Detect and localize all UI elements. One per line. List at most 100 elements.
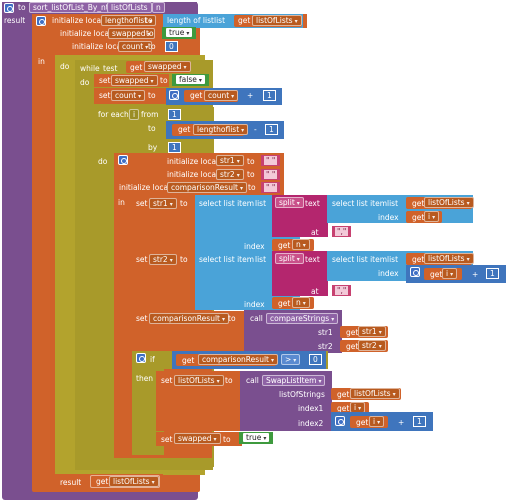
split-dropdown[interactable]: split ▾: [275, 253, 304, 264]
result-label: result: [60, 478, 82, 487]
if-mutator-gear-icon[interactable]: [136, 353, 146, 363]
var-str2[interactable]: str2 ▾: [149, 254, 177, 265]
getter-listOfLists[interactable]: listOfLists ▾: [424, 253, 474, 264]
num-1[interactable]: 1: [263, 90, 276, 101]
compare-operator-dropdown[interactable]: > ▾: [281, 354, 301, 365]
loop-var-i[interactable]: i: [129, 109, 140, 120]
param-n[interactable]: n: [152, 2, 165, 13]
set-label: set: [99, 76, 111, 85]
getter-swapped[interactable]: swapped ▾: [144, 61, 191, 72]
arg-listOfStrings-label: listOfStrings: [279, 390, 325, 399]
getter-listOfLists[interactable]: listOfLists ▾: [109, 476, 159, 487]
num-1[interactable]: 1: [168, 109, 181, 120]
add-mutator-gear-icon[interactable]: [335, 416, 345, 426]
num-0[interactable]: 0: [309, 354, 322, 365]
set-label: set: [99, 91, 111, 100]
getter-i[interactable]: i ▾: [369, 416, 385, 427]
to-label: to: [247, 157, 255, 166]
init-label: initialize local: [60, 29, 112, 38]
arg-index2-label: index2: [298, 419, 324, 428]
getter-str2[interactable]: str2 ▾: [358, 340, 386, 351]
comma-string-block[interactable]: ",": [332, 285, 352, 296]
set-label: set: [161, 435, 173, 444]
getter-listOfLists[interactable]: listOfLists ▾: [350, 388, 400, 399]
num-1[interactable]: 1: [413, 416, 426, 427]
to-label: to: [180, 199, 188, 208]
local-mutator-gear-icon[interactable]: [36, 16, 46, 26]
getter-str1[interactable]: str1 ▾: [358, 326, 386, 337]
call-label: call: [250, 314, 263, 323]
var-str1[interactable]: str1 ▾: [149, 198, 177, 209]
num-0[interactable]: 0: [165, 41, 178, 52]
var-listOfLists[interactable]: listOfLists ▾: [174, 375, 224, 386]
to-label: to: [160, 76, 168, 85]
to-label: to: [146, 29, 154, 38]
to-label: to: [228, 314, 236, 323]
select-label: select list item: [199, 199, 255, 208]
get-label: get: [182, 356, 195, 365]
in-label: in: [38, 57, 45, 66]
set-label: set: [161, 376, 173, 385]
getter-comparisonResult[interactable]: comparisonResult ▾: [198, 354, 278, 365]
to-label: to: [225, 376, 233, 385]
get-label: get: [412, 255, 425, 264]
var-count[interactable]: count ▾: [111, 90, 146, 101]
get-label: get: [346, 328, 359, 337]
num-1[interactable]: 1: [486, 268, 499, 279]
getter-i[interactable]: i ▾: [424, 211, 440, 222]
text-label: text: [305, 199, 320, 208]
proc-SwapListItem[interactable]: SwapListItem ▾: [262, 375, 326, 386]
for-each-label: for each: [98, 110, 129, 119]
false-block[interactable]: false ▾: [172, 74, 209, 86]
empty-string-block[interactable]: " ": [261, 169, 281, 180]
test-label: test: [103, 64, 118, 73]
index-label: index: [244, 300, 265, 309]
call-label: call: [246, 376, 259, 385]
to-label: to: [145, 16, 153, 25]
list-label: list: [255, 199, 267, 208]
getter-n[interactable]: n ▾: [292, 297, 310, 308]
var-str1[interactable]: str1 ▾: [216, 155, 244, 166]
var-swapped[interactable]: swapped ▾: [111, 75, 158, 86]
true-block[interactable]: true ▾: [239, 432, 274, 444]
by-label: by: [148, 143, 158, 152]
get-label: get: [278, 299, 291, 308]
split-dropdown[interactable]: split ▾: [275, 197, 304, 208]
init-label: initialize local: [167, 157, 219, 166]
getter-n[interactable]: n ▾: [292, 239, 310, 250]
get-label: get: [337, 390, 350, 399]
getter-listOfLists[interactable]: listOfLists ▾: [252, 15, 302, 26]
num-1[interactable]: 1: [265, 124, 278, 135]
var-comparisonResult[interactable]: comparisonResult ▾: [149, 313, 229, 324]
get-label: get: [412, 199, 425, 208]
at-label: at: [311, 228, 319, 237]
arg-index1-label: index1: [298, 404, 324, 413]
get-label: get: [278, 241, 291, 250]
add-mutator-gear-icon[interactable]: [169, 90, 179, 100]
add-mutator-gear-icon[interactable]: [410, 267, 420, 277]
true-block[interactable]: true ▾: [162, 27, 197, 39]
get-label: get: [412, 213, 425, 222]
set-label: set: [136, 199, 148, 208]
index-label: index: [378, 213, 399, 222]
getter-count[interactable]: count ▾: [204, 90, 239, 101]
comma-string-block[interactable]: ",": [332, 226, 352, 237]
proc-compareStrings[interactable]: compareStrings ▾: [266, 313, 339, 324]
empty-string-block[interactable]: " ": [261, 155, 281, 166]
num-1[interactable]: 1: [168, 142, 181, 153]
text-label: text: [305, 255, 320, 264]
var-str2[interactable]: str2 ▾: [216, 169, 244, 180]
var-swapped[interactable]: swapped ▾: [174, 433, 221, 444]
var-comparisonResult[interactable]: comparisonResult ▾: [167, 182, 247, 193]
getter-listOfLists[interactable]: listOfLists ▾: [424, 197, 474, 208]
length-label: length of list: [167, 16, 214, 25]
getter-lengthoflist[interactable]: lengthoflist ▾: [193, 124, 249, 135]
getter-i[interactable]: i ▾: [442, 268, 458, 279]
param-listOfLists[interactable]: listOfLists: [107, 2, 152, 13]
minus-operator: -: [254, 125, 257, 134]
to-label: to: [148, 42, 156, 51]
local-mutator-gear-icon[interactable]: [118, 155, 128, 165]
mutator-gear-icon[interactable]: [4, 3, 14, 13]
empty-string-block[interactable]: " ": [261, 182, 281, 193]
blocks-workspace: to sort_listOfList_By_nth_item listOfLis…: [0, 0, 507, 500]
